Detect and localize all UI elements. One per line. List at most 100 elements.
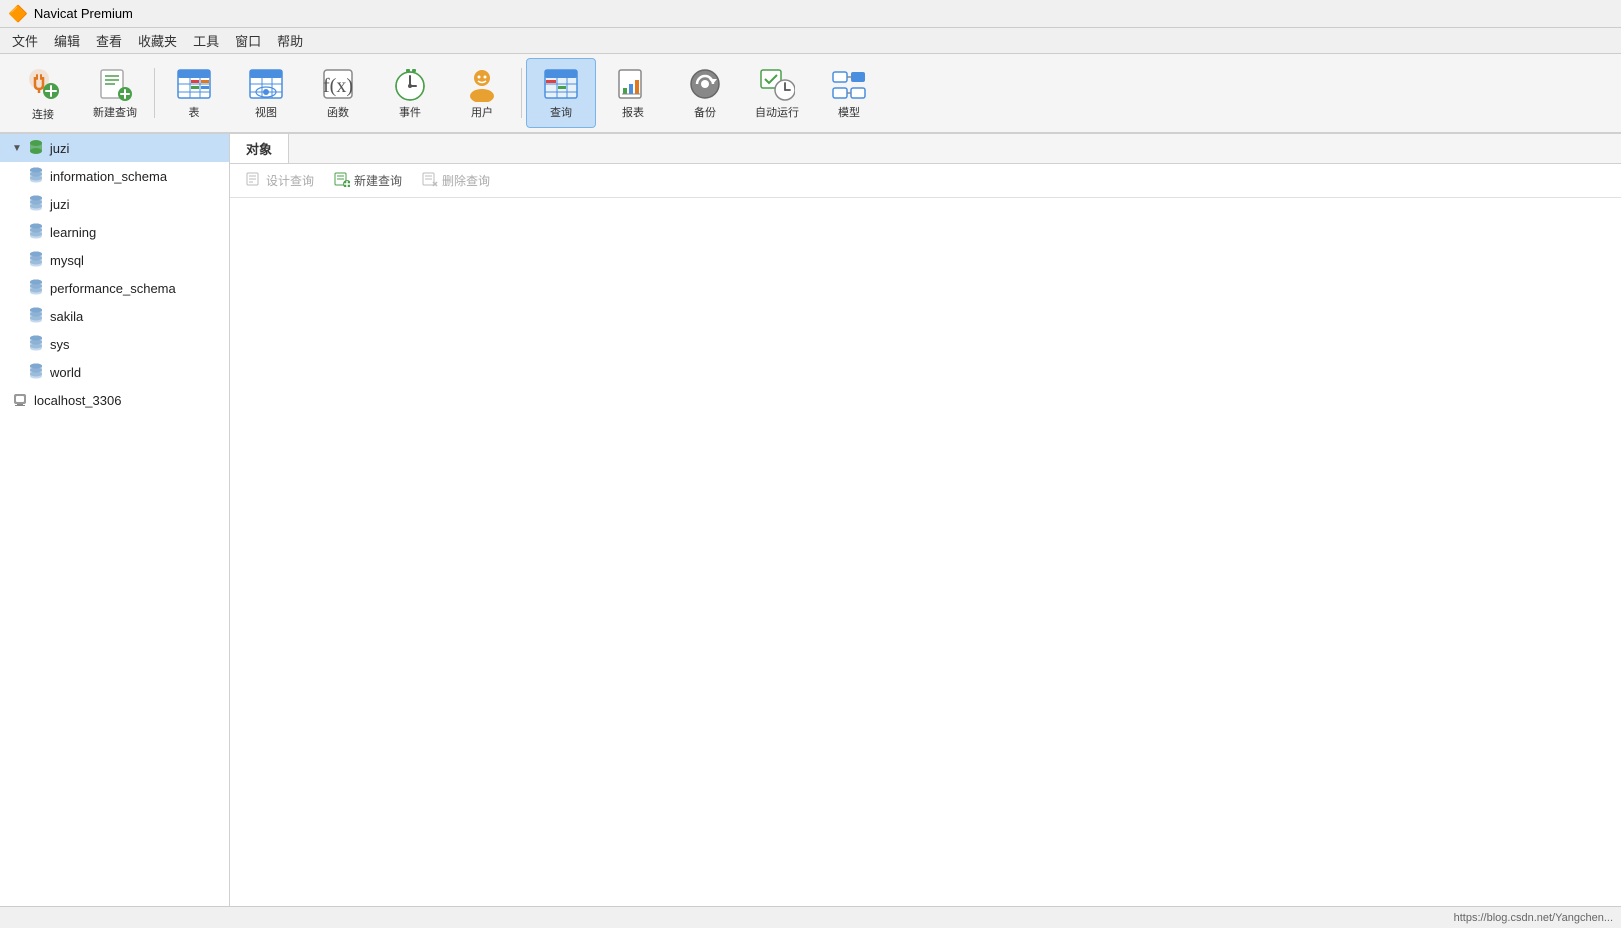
db-label-juzi: juzi: [50, 197, 70, 212]
new-query-small-icon: [334, 171, 350, 190]
model-label: 模型: [838, 104, 860, 120]
connect-icon: [25, 65, 61, 104]
db-label-world: world: [50, 365, 81, 380]
event-label: 事件: [399, 104, 421, 120]
db-icon-information-schema: [28, 167, 44, 186]
backup-button[interactable]: 备份: [670, 58, 740, 128]
menu-bar: 文件 编辑 查看 收藏夹 工具 窗口 帮助: [0, 28, 1621, 54]
autorun-label: 自动运行: [755, 104, 799, 120]
delete-query-icon: [422, 171, 438, 190]
database-group-icon: [28, 139, 44, 158]
new-query-icon: [97, 66, 133, 102]
menu-help[interactable]: 帮助: [269, 29, 311, 52]
new-query-button[interactable]: 新建查询: [80, 58, 150, 128]
event-button[interactable]: 事件: [375, 58, 445, 128]
connect-label: 连接: [32, 106, 54, 122]
new-query-small-label: 新建查询: [354, 172, 402, 189]
title-bar: 🔶 Navicat Premium: [0, 0, 1621, 28]
juzi-connection-label: juzi: [50, 141, 70, 156]
query-button[interactable]: 查询: [526, 58, 596, 128]
tab-object[interactable]: 对象: [230, 134, 289, 163]
function-button[interactable]: f(x) 函数: [303, 58, 373, 128]
event-icon: [392, 66, 428, 102]
new-query-label: 新建查询: [93, 104, 137, 120]
report-label: 报表: [622, 104, 644, 120]
menu-window[interactable]: 窗口: [227, 29, 269, 52]
sidebar-item-localhost[interactable]: localhost_3306: [0, 386, 229, 414]
localhost-label: localhost_3306: [34, 393, 121, 408]
new-query-small-button[interactable]: 新建查询: [326, 169, 410, 192]
view-icon: [248, 66, 284, 102]
db-label-information-schema: information_schema: [50, 169, 167, 184]
app-title: Navicat Premium: [34, 6, 133, 21]
sidebar-item-juzi-connection[interactable]: ▼ juzi: [0, 134, 229, 162]
sidebar: ▼ juzi information_s: [0, 134, 230, 906]
report-button[interactable]: 报表: [598, 58, 668, 128]
sidebar-item-mysql[interactable]: mysql: [0, 246, 229, 274]
db-label-learning: learning: [50, 225, 96, 240]
sidebar-item-learning[interactable]: learning: [0, 218, 229, 246]
db-icon-learning: [28, 223, 44, 242]
sidebar-item-sys[interactable]: sys: [0, 330, 229, 358]
model-button[interactable]: 模型: [814, 58, 884, 128]
secondary-toolbar: 设计查询 新建查询: [230, 164, 1621, 198]
function-icon: f(x): [320, 66, 356, 102]
view-button[interactable]: 视图: [231, 58, 301, 128]
design-query-icon: [246, 171, 262, 190]
db-icon-performance-schema: [28, 279, 44, 298]
sidebar-item-world[interactable]: world: [0, 358, 229, 386]
sidebar-item-performance-schema[interactable]: performance_schema: [0, 274, 229, 302]
design-query-label: 设计查询: [266, 172, 314, 189]
db-icon-sys: [28, 335, 44, 354]
db-label-sys: sys: [50, 337, 70, 352]
svg-text:f(x): f(x): [323, 75, 353, 97]
backup-label: 备份: [694, 104, 716, 120]
db-label-sakila: sakila: [50, 309, 83, 324]
toolbar-sep-1: [154, 68, 155, 118]
content-area: 对象 设计查询: [230, 134, 1621, 906]
app-icon: 🔶: [8, 4, 28, 24]
menu-edit[interactable]: 编辑: [46, 29, 88, 52]
db-icon-world: [28, 363, 44, 382]
status-bar: https://blog.csdn.net/Yangchen...: [0, 906, 1621, 928]
query-icon: [543, 66, 579, 102]
user-button[interactable]: 用户: [447, 58, 517, 128]
view-label: 视图: [255, 104, 277, 120]
menu-view[interactable]: 查看: [88, 29, 130, 52]
user-icon: [464, 66, 500, 102]
model-icon: [831, 66, 867, 102]
main-layout: ▼ juzi information_s: [0, 134, 1621, 906]
sidebar-item-information-schema[interactable]: information_schema: [0, 162, 229, 190]
db-label-mysql: mysql: [50, 253, 84, 268]
db-icon-mysql: [28, 251, 44, 270]
db-icon-sakila: [28, 307, 44, 326]
report-icon: [615, 66, 651, 102]
expand-arrow-icon: ▼: [12, 143, 22, 154]
sidebar-item-sakila[interactable]: sakila: [0, 302, 229, 330]
table-label: 表: [189, 104, 200, 120]
localhost-icon: [12, 391, 28, 410]
menu-tools[interactable]: 工具: [185, 29, 227, 52]
status-url: https://blog.csdn.net/Yangchen...: [1454, 912, 1613, 924]
toolbar-sep-2: [521, 68, 522, 118]
backup-icon: [687, 66, 723, 102]
connect-button[interactable]: 连接: [8, 58, 78, 128]
function-label: 函数: [327, 104, 349, 120]
design-query-button[interactable]: 设计查询: [238, 169, 322, 192]
toolbar: 连接 新建查询: [0, 54, 1621, 134]
db-icon-juzi: [28, 195, 44, 214]
autorun-button[interactable]: 自动运行: [742, 58, 812, 128]
autorun-icon: [759, 66, 795, 102]
query-label: 查询: [550, 104, 572, 120]
sidebar-item-juzi[interactable]: juzi: [0, 190, 229, 218]
db-label-performance-schema: performance_schema: [50, 281, 176, 296]
menu-favorites[interactable]: 收藏夹: [130, 29, 185, 52]
content-tabs: 对象: [230, 134, 1621, 164]
content-body: [230, 198, 1621, 906]
delete-query-label: 删除查询: [442, 172, 490, 189]
table-button[interactable]: 表: [159, 58, 229, 128]
table-icon: [176, 66, 212, 102]
menu-file[interactable]: 文件: [4, 29, 46, 52]
delete-query-button[interactable]: 删除查询: [414, 169, 498, 192]
user-label: 用户: [471, 104, 493, 120]
